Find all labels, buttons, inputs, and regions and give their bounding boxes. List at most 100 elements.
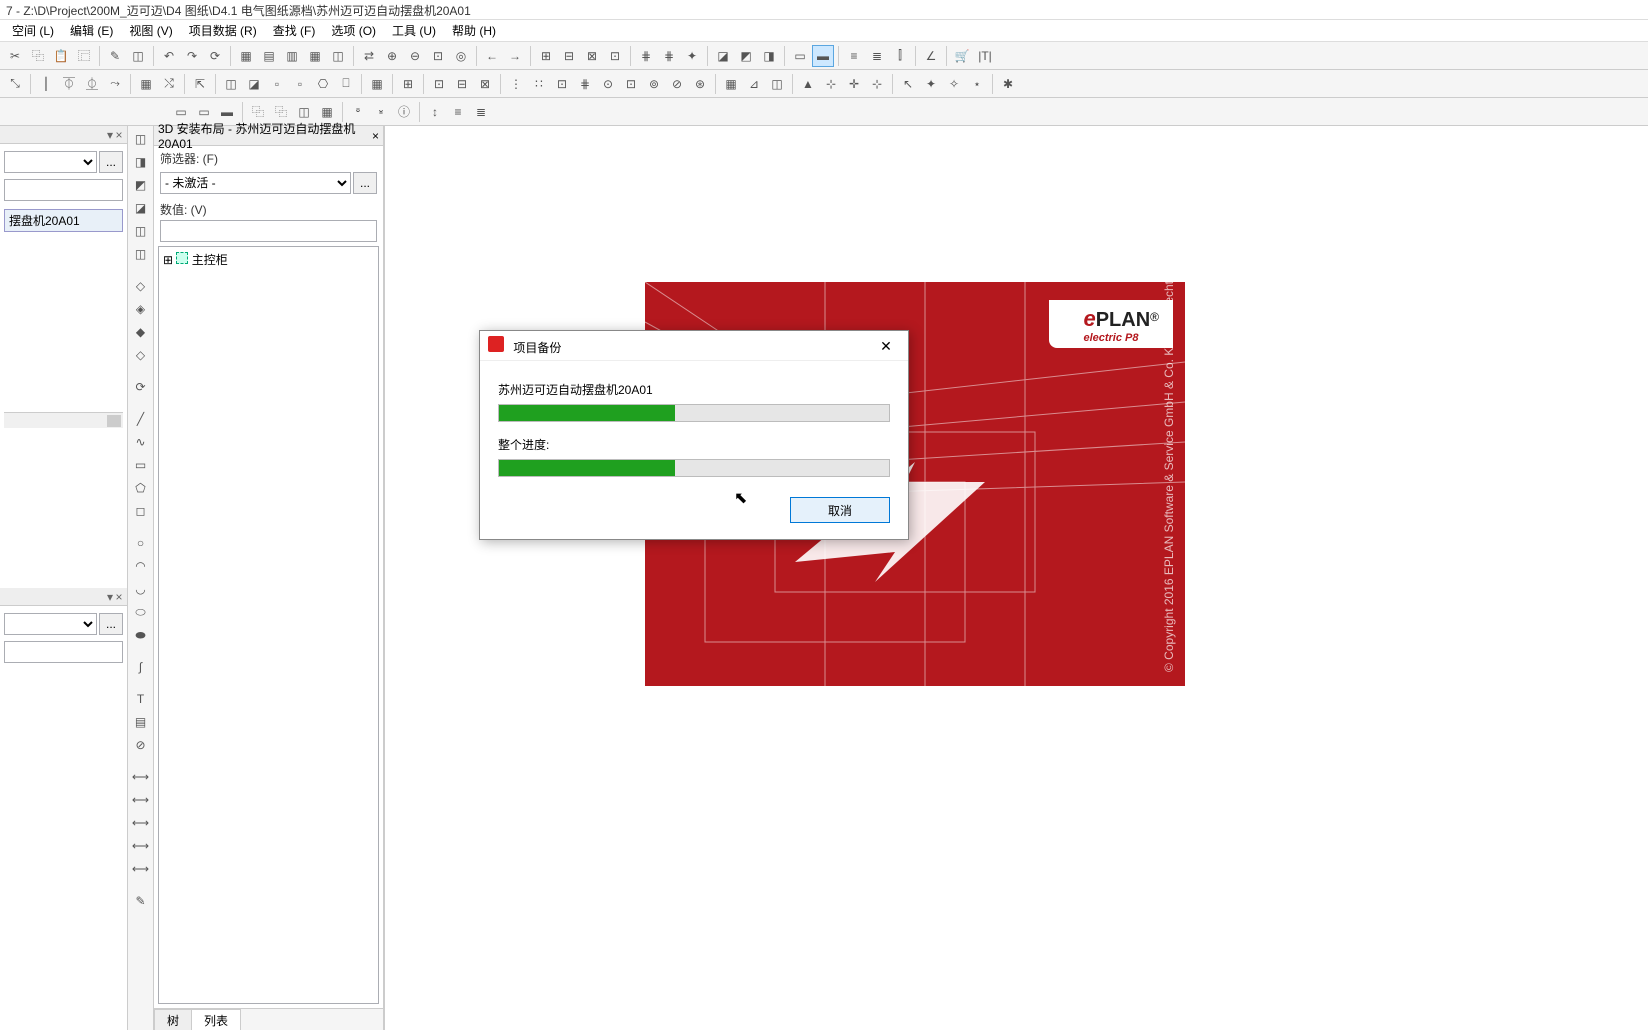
paste-icon[interactable]: 📋 (50, 45, 72, 67)
t2-r[interactable]: ⊟ (451, 73, 473, 95)
zoom-100-icon[interactable]: ◎ (450, 45, 472, 67)
t2-q[interactable]: ⊡ (428, 73, 450, 95)
t2-w[interactable]: ⋕ (574, 73, 596, 95)
t2-j[interactable]: ◪ (243, 73, 265, 95)
zoom-in-icon[interactable]: ⊕ (381, 45, 403, 67)
menu-help[interactable]: 帮助 (H) (444, 20, 504, 41)
menu-tools[interactable]: 工具 (U) (384, 20, 444, 41)
angle-icon[interactable]: ∠ (920, 45, 942, 67)
vtb-link-icon[interactable]: ⊘ (130, 734, 152, 756)
filter-combo[interactable]: - 未激活 - (160, 172, 351, 194)
t2-aj[interactable]: ↖ (897, 73, 919, 95)
rect-icon[interactable]: ▭ (789, 45, 811, 67)
dim2-icon[interactable]: ≣ (866, 45, 888, 67)
t2-ad[interactable]: ⊿ (743, 73, 765, 95)
layer3-icon[interactable]: ◨ (758, 45, 780, 67)
menu-edit[interactable]: 编辑 (E) (62, 20, 121, 41)
t2-ak[interactable]: ✦ (920, 73, 942, 95)
brush-icon[interactable]: ✎ (104, 45, 126, 67)
t2-o[interactable]: ▦ (366, 73, 388, 95)
refresh-icon[interactable]: ⟳ (204, 45, 226, 67)
vtb-text-icon[interactable]: T (130, 688, 152, 710)
grid4-icon[interactable]: ⊡ (604, 45, 626, 67)
grid3-icon[interactable]: ⊠ (581, 45, 603, 67)
t3-i[interactable]: ⏓ (370, 101, 392, 123)
t2-n[interactable]: ⎕ (335, 73, 357, 95)
t2-ae[interactable]: ◫ (766, 73, 788, 95)
copy-icon[interactable]: ⿻ (27, 45, 49, 67)
vtb-refresh-icon[interactable]: ⟳ (130, 376, 152, 398)
vtb-dim4-icon[interactable]: ⟷ (130, 835, 152, 857)
t2-l[interactable]: ▫ (289, 73, 311, 95)
t2-ai[interactable]: ⊹ (866, 73, 888, 95)
vtb-diamond4-icon[interactable]: ◇ (130, 344, 152, 366)
grid1-icon[interactable]: ⊞ (535, 45, 557, 67)
rect-fill-icon[interactable]: ▬ (812, 45, 834, 67)
tree-root-item[interactable]: ⊞ 主控柜 (163, 251, 374, 268)
snap1-icon[interactable]: ⋕ (635, 45, 657, 67)
grid2-icon[interactable]: ⊟ (558, 45, 580, 67)
vtb-square-icon[interactable]: ◻ (130, 500, 152, 522)
zoom-fit-icon[interactable]: ⊡ (427, 45, 449, 67)
tree-area[interactable]: ⊞ 主控柜 (158, 246, 379, 1004)
value-input[interactable] (160, 220, 377, 242)
t3-l[interactable]: ≡ (447, 101, 469, 123)
dialog-close-button[interactable]: ✕ (872, 335, 900, 357)
dim1-icon[interactable]: ≡ (843, 45, 865, 67)
zoom-out-icon[interactable]: ⊖ (404, 45, 426, 67)
t2-am[interactable]: ⋆ (966, 73, 988, 95)
menu-project-data[interactable]: 项目数据 (R) (181, 20, 265, 41)
t2-y[interactable]: ⊡ (620, 73, 642, 95)
menu-view[interactable]: 视图 (V) (121, 20, 180, 41)
text-icon[interactable]: |T| (974, 45, 996, 67)
left-combo-1[interactable] (4, 151, 97, 173)
t2-z[interactable]: ⊚ (643, 73, 665, 95)
t2-aa[interactable]: ⊘ (666, 73, 688, 95)
vtb-dim5-icon[interactable]: ⟷ (130, 858, 152, 880)
dim3-icon[interactable]: ⫿ (889, 45, 911, 67)
vtb-polygon-icon[interactable]: ⬠ (130, 477, 152, 499)
t2-af[interactable]: ▲ (797, 73, 819, 95)
left-input-1[interactable] (4, 179, 123, 201)
t2-al[interactable]: ✧ (943, 73, 965, 95)
vtb-dim3-icon[interactable]: ⟷ (130, 812, 152, 834)
vtb-circle-icon[interactable]: ○ (130, 532, 152, 554)
window-icon[interactable]: ◫ (327, 45, 349, 67)
vtb-dim2-icon[interactable]: ⟷ (130, 789, 152, 811)
t2-f[interactable]: ▦ (135, 73, 157, 95)
left-combo-2[interactable] (4, 613, 97, 635)
vtb-ellipse-icon[interactable]: ⬭ (130, 601, 152, 623)
vtb-line-icon[interactable]: ╱ (130, 408, 152, 430)
vtb-cube4-icon[interactable]: ◪ (130, 197, 152, 219)
menu-options[interactable]: 选项 (O) (323, 20, 384, 41)
menu-find[interactable]: 查找 (F) (265, 20, 324, 41)
t2-v[interactable]: ⊡ (551, 73, 573, 95)
vtb-arc2-icon[interactable]: ◡ (130, 578, 152, 600)
layer1-icon[interactable]: ◪ (712, 45, 734, 67)
left-combo-btn-1[interactable]: ... (99, 151, 123, 173)
cut-icon[interactable]: ✂ (4, 45, 26, 67)
t2-h[interactable]: ⇱ (189, 73, 211, 95)
vtb-rect-icon[interactable]: ▭ (130, 454, 152, 476)
vtb-diamond3-icon[interactable]: ◆ (130, 321, 152, 343)
filter-more-button[interactable]: ... (353, 172, 377, 194)
form3-icon[interactable]: ▥ (281, 45, 303, 67)
t3-j[interactable]: ⓘ (393, 101, 415, 123)
expand-icon[interactable]: ⊞ (163, 253, 173, 267)
panel-close-icon-2[interactable]: × (113, 590, 125, 604)
t3-m[interactable]: ≣ (470, 101, 492, 123)
left-input-2[interactable] (4, 641, 123, 663)
t2-u[interactable]: ∷ (528, 73, 550, 95)
t2-k[interactable]: ▫ (266, 73, 288, 95)
vtb-diamond2-icon[interactable]: ◈ (130, 298, 152, 320)
t2-an[interactable]: ✱ (997, 73, 1019, 95)
snap2-icon[interactable]: ⋕ (658, 45, 680, 67)
t2-x[interactable]: ⊙ (597, 73, 619, 95)
t2-s[interactable]: ⊠ (474, 73, 496, 95)
vtb-image-icon[interactable]: ▤ (130, 711, 152, 733)
eraser-icon[interactable]: ◫ (127, 45, 149, 67)
t2-p[interactable]: ⊞ (397, 73, 419, 95)
t2-ah[interactable]: ✛ (843, 73, 865, 95)
t2-ac[interactable]: ▦ (720, 73, 742, 95)
t2-m[interactable]: ⎔ (312, 73, 334, 95)
